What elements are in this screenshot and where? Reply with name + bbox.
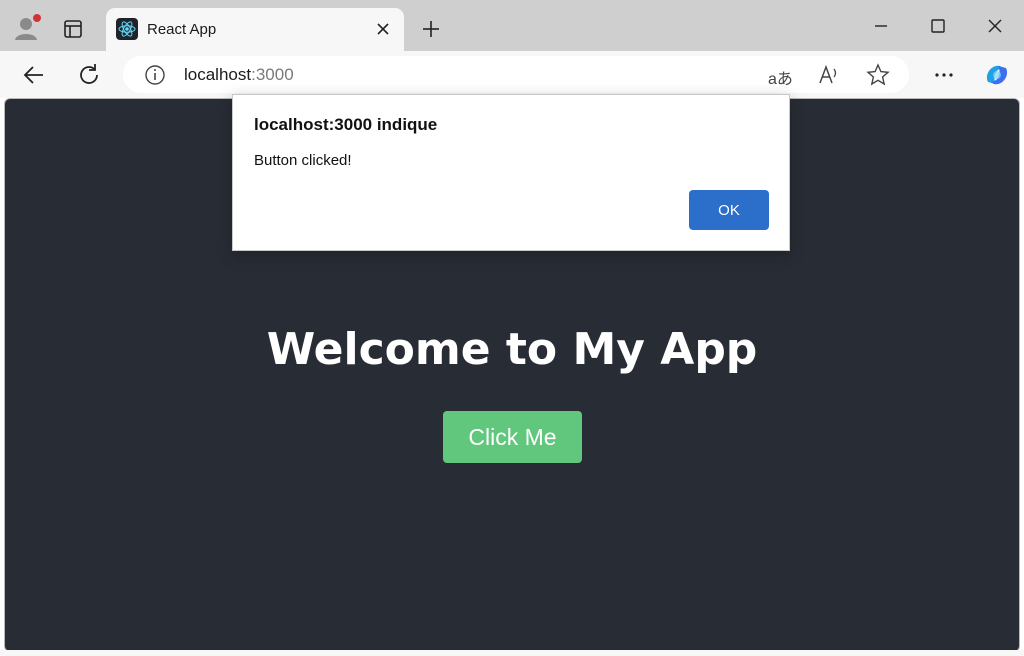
dialog-title: localhost:3000 indique bbox=[254, 115, 438, 134]
tab-actions-icon[interactable] bbox=[62, 18, 84, 40]
info-icon[interactable] bbox=[144, 64, 166, 86]
close-icon[interactable] bbox=[983, 14, 1007, 38]
page-heading: Welcome to My App bbox=[266, 324, 758, 375]
address-url: localhost:3000 bbox=[184, 65, 294, 85]
dialog-message: Button clicked! bbox=[254, 152, 352, 169]
window-bottom-edge bbox=[0, 650, 1024, 656]
star-icon[interactable] bbox=[866, 63, 890, 87]
react-logo-icon bbox=[116, 18, 138, 40]
read-aloud-icon[interactable] bbox=[817, 63, 841, 87]
profile-notification-dot bbox=[33, 14, 41, 22]
more-icon[interactable] bbox=[931, 62, 957, 88]
close-tab-icon[interactable] bbox=[374, 20, 392, 38]
plus-icon[interactable] bbox=[420, 18, 442, 40]
address-port: :3000 bbox=[251, 65, 294, 84]
copilot-icon[interactable] bbox=[982, 60, 1012, 90]
maximize-icon[interactable] bbox=[926, 14, 950, 38]
tab-react-app[interactable]: React App bbox=[106, 8, 404, 51]
navigation-toolbar: localhost:3000 aあ bbox=[0, 51, 1024, 98]
address-bar[interactable]: localhost:3000 aあ bbox=[123, 56, 909, 93]
browser-window: React App localhost:3000 aあ Welcome to M… bbox=[0, 0, 1024, 656]
minimize-icon[interactable] bbox=[869, 14, 893, 38]
refresh-icon[interactable] bbox=[76, 62, 102, 88]
ok-button[interactable]: OK bbox=[689, 190, 769, 230]
tab-title: React App bbox=[147, 21, 217, 38]
alert-dialog: localhost:3000 indique Button clicked! O… bbox=[232, 94, 790, 251]
tab-strip: React App bbox=[0, 0, 1024, 51]
address-host: localhost bbox=[184, 65, 252, 84]
click-me-button[interactable]: Click Me bbox=[443, 411, 582, 463]
back-arrow-icon[interactable] bbox=[21, 62, 47, 88]
translate-icon[interactable]: aあ bbox=[768, 65, 793, 89]
